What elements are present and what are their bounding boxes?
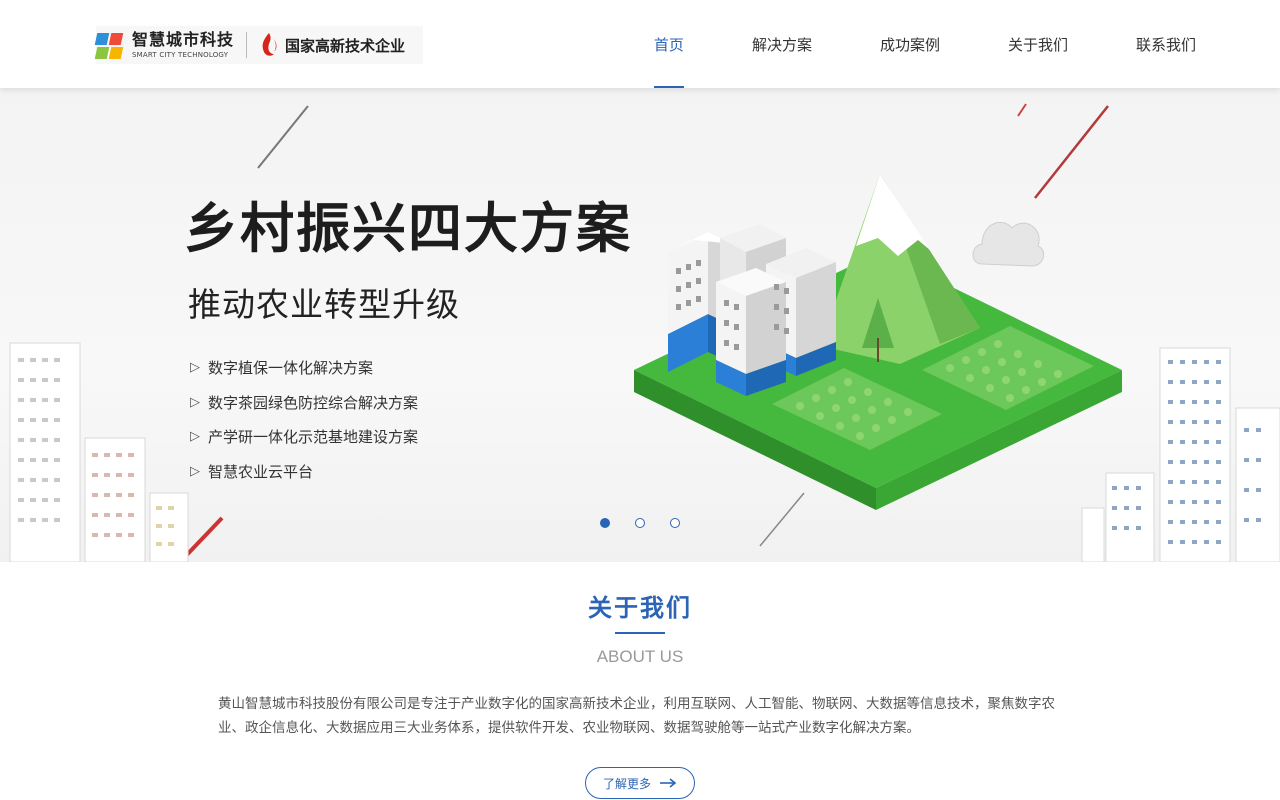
- learn-more-button[interactable]: 了解更多: [585, 767, 695, 799]
- main-nav: 首页 解决方案 成功案例 关于我们 联系我们: [586, 0, 1196, 88]
- carousel-dot-2[interactable]: [635, 518, 645, 528]
- banner-list-label: 数字植保一体化解决方案: [208, 359, 374, 377]
- carousel-dot-3[interactable]: [670, 518, 680, 528]
- nav-home[interactable]: 首页: [653, 0, 684, 88]
- banner-subtitle: 推动农业转型升级: [188, 285, 460, 324]
- left-buildings: [9, 342, 189, 562]
- banner-solution-list: ▷ 数字植保一体化解决方案 ▷ 数字茶园绿色防控综合解决方案 ▷ 产学研一体化示范基地…: [190, 358, 418, 496]
- nav-solutions[interactable]: 解决方案: [752, 0, 812, 88]
- hero-banner[interactable]: 乡村振兴四大方案 推动农业转型升级 ▷ 数字植保一体化解决方案 ▷ 数字茶园绿色防控…: [0, 88, 1280, 562]
- banner-list-item: ▷ 数字茶园绿色防控综合解决方案: [190, 393, 418, 428]
- carousel-dot-1[interactable]: [600, 518, 610, 528]
- nav-about[interactable]: 关于我们: [1008, 0, 1068, 88]
- logo-divider: [246, 32, 248, 58]
- logo-name-en: SMART CITY TECHNOLOGY: [132, 50, 229, 59]
- hightech-badge: 国家高新技术企业: [285, 36, 406, 55]
- triangle-right-icon: ▷: [190, 429, 200, 444]
- banner-list-label: 智慧农业云平台: [208, 462, 314, 481]
- site-header: 智慧城市科技 SMART CITY TECHNOLOGY 国家高新技术企业 首页…: [0, 0, 1280, 88]
- banner-title: 乡村振兴四大方案: [184, 197, 632, 260]
- flame-icon: [262, 33, 277, 56]
- company-logo[interactable]: 智慧城市科技 SMART CITY TECHNOLOGY 国家高新技术企业: [94, 26, 424, 64]
- about-description: 黄山智慧城市科技股份有限公司是专注于产业数字化的国家高新技术企业，利用互联网、人…: [218, 696, 1055, 736]
- cloud: [972, 222, 1045, 267]
- arrow-right-icon: [660, 778, 677, 788]
- triangle-right-icon: ▷: [190, 360, 200, 375]
- about-title-underline: [615, 632, 665, 634]
- banner-list-label: 数字茶园绿色防控综合解决方案: [208, 393, 419, 412]
- banner-list-item: ▷ 产学研一体化示范基地建设方案: [190, 427, 418, 462]
- logo-name-cn: 智慧城市科技: [132, 29, 235, 49]
- banner-list-item: ▷ 数字植保一体化解决方案: [190, 358, 418, 393]
- nav-cases[interactable]: 成功案例: [880, 0, 940, 88]
- logo-mark-icon: [94, 31, 124, 59]
- triangle-right-icon: ▷: [190, 394, 200, 410]
- about-section-title: 关于我们: [588, 594, 692, 622]
- logo-text: 智慧城市科技 SMART CITY TECHNOLOGY: [132, 29, 235, 59]
- banner-list-item: ▷ 智慧农业云平台: [190, 462, 418, 497]
- triangle-right-icon: ▷: [190, 463, 200, 479]
- mountain: [820, 174, 980, 364]
- about-section-subtitle: ABOUT US: [596, 647, 684, 666]
- nav-contact[interactable]: 联系我们: [1136, 0, 1196, 88]
- learn-more-label: 了解更多: [602, 776, 651, 791]
- carousel-pagination: [600, 518, 705, 528]
- banner-list-label: 产学研一体化示范基地建设方案: [208, 428, 419, 446]
